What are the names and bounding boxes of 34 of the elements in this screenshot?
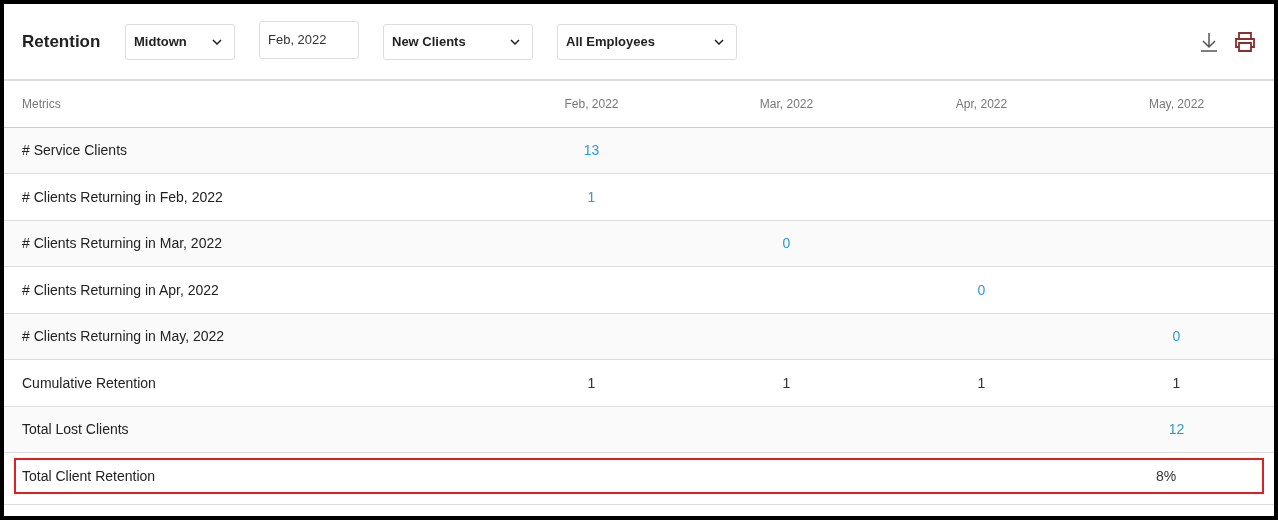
column-header: May, 2022 — [1147, 96, 1206, 111]
row-label: # Clients Returning in Apr, 2022 — [21, 281, 219, 298]
row-label: # Service Clients — [21, 142, 128, 159]
dropdown[interactable]: New Clients — [383, 23, 533, 60]
column-header: Metrics — [21, 96, 62, 111]
caret-icon — [212, 38, 222, 45]
value-link[interactable]: 12 — [1168, 421, 1185, 438]
table-cell: 1 — [587, 374, 596, 391]
column-header: Apr, 2022 — [954, 96, 1009, 111]
value-link[interactable]: 0 — [977, 281, 986, 298]
date-field[interactable]: Feb, 2022 — [259, 20, 359, 59]
value-link[interactable]: 0 — [1172, 328, 1181, 345]
table-cell: 8% — [1155, 467, 1177, 484]
value-link[interactable]: 1 — [587, 188, 596, 205]
row-label: # Clients Returning in Feb, 2022 — [21, 188, 223, 205]
value-link[interactable]: 13 — [583, 142, 600, 159]
table-cell: 1 — [977, 374, 986, 391]
caret-icon — [714, 38, 724, 45]
column-header: Feb, 2022 — [563, 96, 620, 111]
table-cell: 1 — [782, 374, 791, 391]
value-link[interactable]: 0 — [782, 235, 791, 252]
table-cell: 1 — [1172, 374, 1181, 391]
row-label: Cumulative Retention — [21, 374, 156, 391]
dropdown[interactable]: Midtown — [125, 23, 235, 60]
row-label: # Clients Returning in Mar, 2022 — [21, 235, 222, 252]
row-label: # Clients Returning in May, 2022 — [21, 328, 225, 345]
row-label: Total Lost Clients — [21, 421, 129, 438]
column-header: Mar, 2022 — [758, 96, 815, 111]
dropdown[interactable]: All Employees — [557, 23, 737, 60]
download-icon[interactable] — [1200, 31, 1218, 52]
print-icon[interactable] — [1234, 31, 1256, 52]
page-title: Retention — [22, 31, 102, 52]
row-label: Total Client Retention — [21, 467, 156, 484]
caret-icon — [510, 38, 520, 45]
